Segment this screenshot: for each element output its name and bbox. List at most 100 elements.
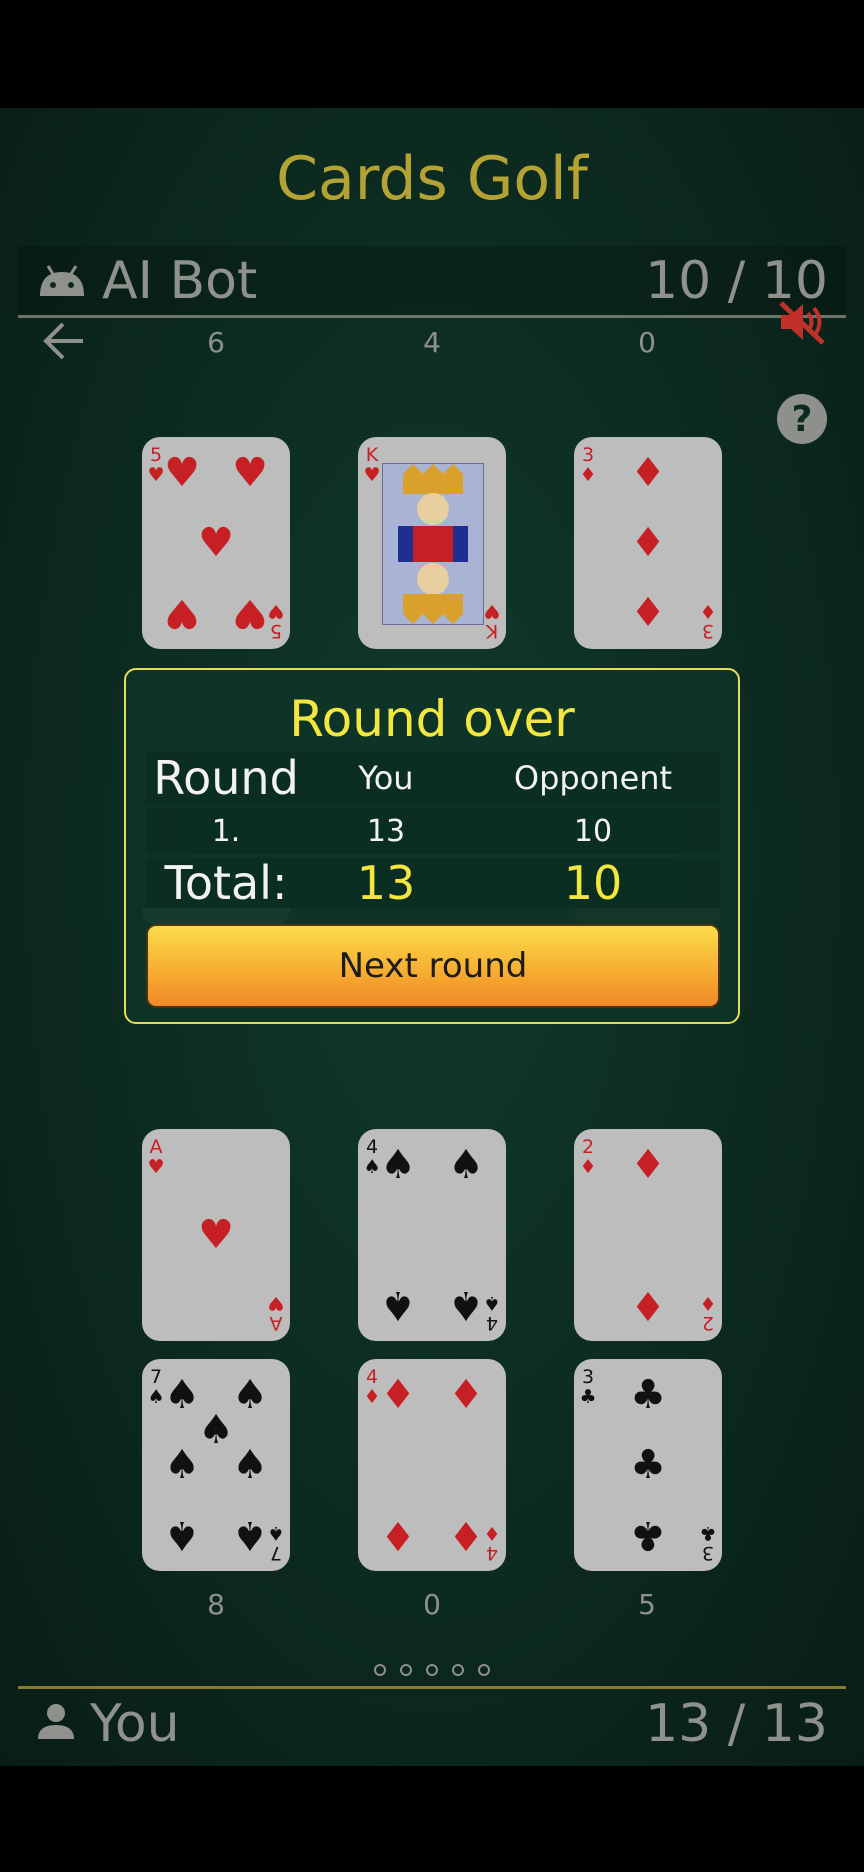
android-icon — [36, 251, 88, 311]
game-screen: Cards Golf AI Bot 10 / 10 ? 6 4 0 5 ♥ 5 … — [0, 108, 864, 1766]
diamond-icon: ♦ — [380, 1512, 416, 1558]
header-opponent: Opponent — [513, 759, 673, 797]
player-name: You — [90, 1693, 180, 1754]
diamond-icon: ♦ — [380, 1372, 416, 1418]
card-corner: 3 ♣ — [579, 1366, 597, 1408]
card-corner: 5 ♥ — [147, 444, 165, 486]
total-opponent: 10 — [563, 856, 623, 910]
player-card-row3-3[interactable]: 3 ♣ 3 ♣ ♣ ♣ ♣ — [574, 1359, 722, 1571]
spade-icon: ♠ — [164, 1512, 200, 1558]
opponent-name-group: AI Bot — [36, 251, 257, 311]
player-column-score-1: 8 — [207, 1588, 225, 1621]
heart-icon: ♥ — [198, 1212, 234, 1258]
player-score: 13 / 13 — [645, 1693, 828, 1754]
opponent-card-3[interactable]: 3 ♦ 3 ♦ ♦ ♦ ♦ — [574, 437, 722, 649]
card-corner: 3 ♣ — [699, 1522, 717, 1564]
spade-icon: ♠ — [232, 1512, 268, 1558]
diamond-icon: ♦ — [630, 590, 666, 636]
page-dot[interactable] — [426, 1664, 438, 1676]
card-corner: 2 ♦ — [579, 1136, 597, 1178]
header-round: Round — [153, 751, 299, 805]
table-row: 1. 13 10 — [146, 808, 720, 854]
diamond-icon: ♦ — [448, 1512, 484, 1558]
opponent-column-score-2: 4 — [423, 326, 441, 359]
spade-icon: ♠ — [448, 1142, 484, 1188]
total-you: 13 — [356, 856, 416, 910]
round-over-dialog: Round over Round You Opponent 1. 13 10 T… — [124, 668, 740, 1024]
help-button[interactable]: ? — [777, 394, 827, 444]
card-corner: K ♥ — [483, 600, 501, 642]
card-corner: A ♥ — [267, 1292, 285, 1334]
player-name-group: You — [36, 1694, 180, 1754]
spade-icon: ♠ — [380, 1142, 416, 1188]
total-label: Total: — [164, 856, 288, 910]
header-you: You — [358, 759, 414, 797]
card-corner: 7 ♠ — [147, 1366, 165, 1408]
round-you-score: 13 — [366, 813, 406, 849]
heart-icon: ♥ — [164, 450, 200, 496]
heart-icon: ♥ — [232, 450, 268, 496]
round-number: 1. — [211, 813, 241, 849]
volume-muted-icon — [779, 301, 825, 345]
page-dot[interactable] — [478, 1664, 490, 1676]
score-table: Round You Opponent 1. 13 10 Total: 13 10 — [146, 751, 720, 912]
player-card-row2-1[interactable]: A ♥ A ♥ ♥ — [142, 1129, 290, 1341]
table-header-row: Round You Opponent — [146, 751, 720, 805]
diamond-icon: ♦ — [630, 1282, 666, 1328]
card-corner: K ♥ — [363, 444, 381, 486]
player-card-row3-1[interactable]: 7 ♠ 7 ♠ ♠ ♠ ♠ ♠ ♠ ♠ ♠ — [142, 1359, 290, 1571]
player-column-score-2: 0 — [423, 1588, 441, 1621]
diamond-icon: ♦ — [448, 1372, 484, 1418]
opponent-card-1[interactable]: 5 ♥ 5 ♥ ♥ ♥ ♥ ♥ ♥ — [142, 437, 290, 649]
card-corner: 4 ♦ — [483, 1522, 501, 1564]
spade-icon: ♠ — [164, 1372, 200, 1418]
question-mark-icon: ? — [791, 398, 813, 440]
diamond-icon: ♦ — [630, 450, 666, 496]
heart-icon: ♥ — [232, 590, 268, 636]
opponent-column-score-3: 0 — [638, 326, 656, 359]
page-dot[interactable] — [374, 1664, 386, 1676]
heart-icon: ♥ — [198, 520, 234, 566]
player-card-row2-3[interactable]: 2 ♦ 2 ♦ ♦ ♦ — [574, 1129, 722, 1341]
card-corner: 4 ♠ — [483, 1292, 501, 1334]
diamond-icon: ♦ — [630, 520, 666, 566]
person-icon — [36, 1694, 76, 1754]
heart-icon: ♥ — [164, 590, 200, 636]
card-corner: 3 ♦ — [699, 600, 717, 642]
page-dot[interactable] — [400, 1664, 412, 1676]
opponent-card-2[interactable]: K ♥ K ♥ — [358, 437, 506, 649]
game-title: Cards Golf — [276, 144, 588, 214]
round-opponent-score: 10 — [573, 813, 613, 849]
player-column-score-3: 5 — [638, 1588, 656, 1621]
spade-icon: ♠ — [198, 1407, 234, 1453]
king-face-image — [382, 463, 484, 625]
club-icon: ♣ — [630, 1372, 666, 1418]
spade-icon: ♠ — [164, 1442, 200, 1488]
card-corner: 3 ♦ — [579, 444, 597, 486]
card-corner: 7 ♠ — [267, 1522, 285, 1564]
dialog-title: Round over — [289, 690, 575, 748]
sound-toggle-button[interactable] — [774, 294, 830, 350]
club-icon: ♣ — [630, 1442, 666, 1488]
player-card-row3-2[interactable]: 4 ♦ 4 ♦ ♦ ♦ ♦ ♦ — [358, 1359, 506, 1571]
player-card-row2-2[interactable]: 4 ♠ 4 ♠ ♠ ♠ ♠ ♠ — [358, 1129, 506, 1341]
card-corner: 2 ♦ — [699, 1292, 717, 1334]
table-total-row: Total: 13 10 — [146, 856, 720, 910]
back-button[interactable] — [36, 314, 90, 368]
player-bar: You 13 / 13 — [18, 1686, 846, 1758]
card-corner: A ♥ — [147, 1136, 165, 1178]
next-round-button[interactable]: Next round — [146, 924, 720, 1008]
opponent-column-score-1: 6 — [207, 326, 225, 359]
page-dot[interactable] — [452, 1664, 464, 1676]
diamond-icon: ♦ — [630, 1142, 666, 1188]
spade-icon: ♠ — [232, 1442, 268, 1488]
opponent-name: AI Bot — [102, 250, 258, 311]
card-corner: 5 ♥ — [267, 600, 285, 642]
opponent-bar: AI Bot 10 / 10 — [18, 246, 846, 318]
card-corner: 4 ♦ — [363, 1366, 381, 1408]
page-indicator — [0, 1664, 864, 1676]
arrow-left-icon — [43, 322, 83, 360]
spade-icon: ♠ — [380, 1282, 416, 1328]
card-corner: 4 ♠ — [363, 1136, 381, 1178]
spade-icon: ♠ — [232, 1372, 268, 1418]
